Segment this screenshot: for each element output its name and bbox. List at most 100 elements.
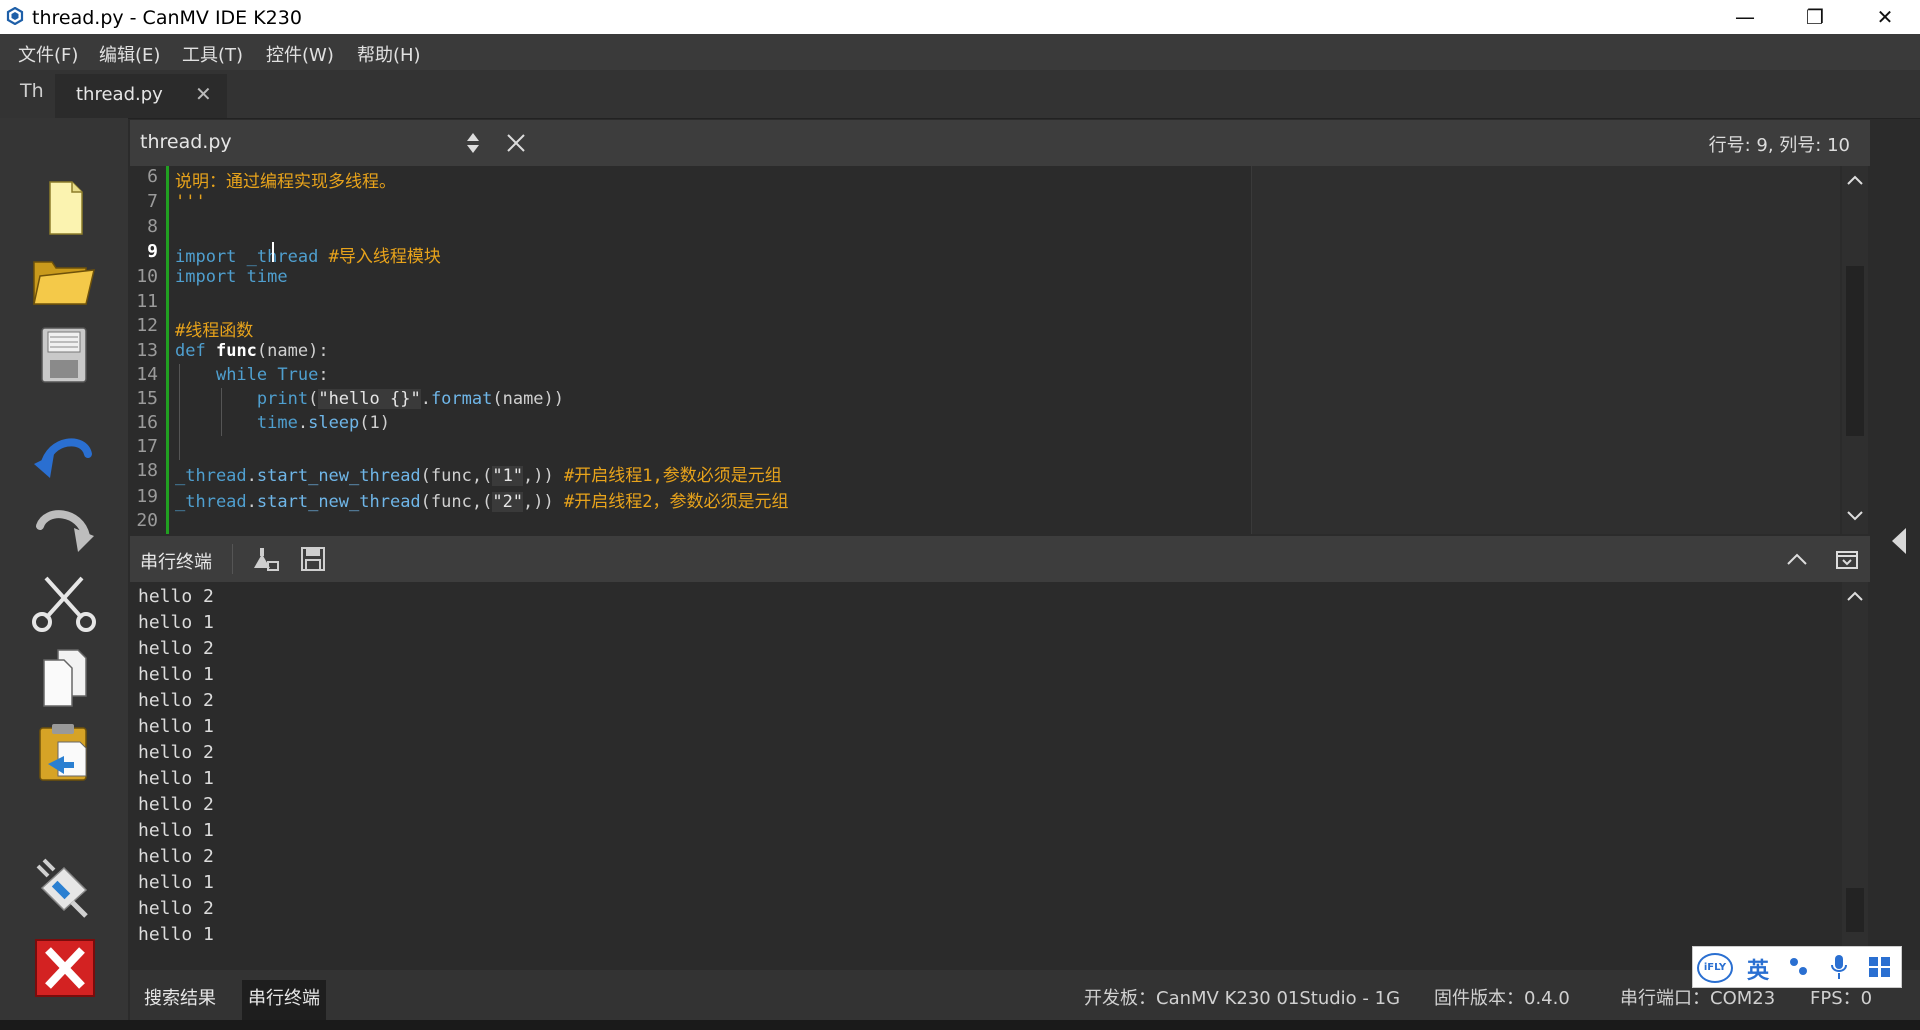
terminal-line: hello 2 (138, 846, 214, 867)
terminal-header: 串行终端 (130, 536, 1870, 582)
code-line: #线程函数 (175, 316, 253, 341)
code-editor[interactable]: 6 7 8 9 10 11 12 13 14 15 16 17 18 19 20… (130, 166, 1868, 534)
code-text: (name)) (492, 389, 565, 409)
code-method: sleep (308, 413, 360, 433)
code-module: _thread (246, 247, 319, 267)
serial-terminal[interactable]: hello 2 hello 1 hello 2 hello 1 hello 2 … (130, 582, 1868, 970)
code-keyword: import (175, 247, 237, 267)
code-keyword: True (277, 365, 319, 385)
code-method: start_new_thread (256, 466, 421, 486)
code-text: (func,( (420, 492, 493, 512)
line-number: 15 (136, 388, 158, 409)
code-function-name: func (215, 341, 257, 361)
code-module: time (256, 413, 298, 433)
ime-microphone-icon[interactable] (1829, 953, 1849, 981)
terminal-line: hello 2 (138, 794, 214, 815)
minimize-button[interactable]: — (1710, 0, 1780, 34)
modified-line-marker (166, 166, 169, 534)
code-line: def func(name): (175, 341, 329, 361)
menu-help[interactable]: 帮助(H) (357, 41, 421, 67)
menu-widgets[interactable]: 控件(W) (266, 41, 334, 67)
scrollbar-thumb[interactable] (1846, 266, 1864, 436)
terminal-line: hello 2 (138, 586, 214, 607)
file-switch-icon[interactable] (466, 132, 480, 154)
cut-icon[interactable] (28, 570, 100, 634)
code-line: ''' (175, 192, 206, 212)
restore-button[interactable]: ❐ (1780, 0, 1850, 34)
stop-icon[interactable] (28, 936, 100, 1000)
code-text: . (246, 466, 257, 486)
terminal-line: hello 1 (138, 612, 214, 633)
terminal-line: hello 2 (138, 742, 214, 763)
tab-search-results[interactable]: 搜索结果 (138, 980, 222, 1020)
code-line: _thread.start_new_thread(func,("1",)) #开… (175, 461, 782, 486)
ime-toolbar: iFLY 英 (1692, 946, 1902, 988)
terminal-line: hello 1 (138, 924, 214, 945)
code-comment: #导入线程模块 (328, 247, 441, 267)
line-number: 17 (136, 436, 158, 457)
save-icon[interactable] (28, 322, 100, 386)
window-title: thread.py - CanMV IDE K230 (32, 7, 302, 29)
menu-bar: 文件(F) 编辑(E) 工具(T) 控件(W) 帮助(H) (0, 34, 1920, 70)
code-module: time (246, 267, 288, 287)
code-text: . (246, 492, 257, 512)
sidebar-toggle-icon[interactable] (1888, 526, 1910, 556)
save-log-icon[interactable] (300, 546, 326, 572)
line-number: 7 (147, 191, 158, 212)
editor-scrollbar[interactable] (1842, 166, 1868, 534)
clear-terminal-icon[interactable] (250, 546, 280, 572)
ime-punctuation-icon[interactable] (1787, 955, 1811, 979)
tab-thread-py[interactable]: thread.py ✕ (55, 74, 227, 118)
code-text: (name): (256, 341, 329, 361)
editor-header: thread.py 行号: 9, 列号: 10 (130, 120, 1870, 166)
scroll-up-icon[interactable] (1846, 590, 1864, 602)
code-comment: 说明：通过编程实现多线程。 (175, 172, 396, 192)
terminal-line: hello 2 (138, 898, 214, 919)
scroll-up-icon[interactable] (1846, 174, 1864, 186)
text-cursor (272, 242, 274, 262)
tab-bar: Th thread.py ✕ (0, 70, 1920, 119)
menu-tools[interactable]: 工具(T) (182, 41, 243, 67)
close-window-button[interactable]: ✕ (1850, 0, 1920, 34)
code-text: ,)) (523, 492, 564, 512)
code-method: format (430, 389, 493, 409)
close-editor-icon[interactable] (506, 133, 526, 153)
panel-toggle-icon[interactable] (1836, 550, 1858, 570)
undo-icon[interactable] (28, 424, 100, 488)
terminal-line: hello 1 (138, 820, 214, 841)
left-toolbar (0, 118, 128, 1030)
connect-icon[interactable] (28, 858, 100, 922)
tab-close-icon[interactable]: ✕ (195, 82, 212, 106)
copy-icon[interactable] (28, 646, 100, 710)
code-line: time.sleep(1) (175, 413, 390, 433)
scroll-down-icon[interactable] (1846, 510, 1864, 522)
firmware-version: 固件版本：0.4.0 (1434, 988, 1570, 1009)
code-text: (1) (359, 413, 390, 433)
redo-icon[interactable] (28, 496, 100, 560)
indent-guide (179, 364, 180, 460)
code-line: 说明：通过编程实现多线程。 (175, 167, 396, 192)
collapse-up-icon[interactable] (1786, 552, 1808, 566)
scrollbar-thumb[interactable] (1846, 888, 1864, 932)
tab-serial-terminal[interactable]: 串行终端 (242, 980, 326, 1020)
menu-file[interactable]: 文件(F) (18, 41, 78, 67)
ime-menu-icon[interactable] (1867, 955, 1893, 979)
code-keyword: import (175, 267, 237, 287)
code-comment: #开启线程2，参数必须是元组 (564, 492, 789, 512)
code-string: "1" (492, 466, 524, 486)
code-text: (func,( (420, 466, 493, 486)
code-text: . (297, 413, 309, 433)
open-folder-icon[interactable] (28, 248, 100, 312)
text-mode-icon[interactable]: Th (20, 80, 44, 102)
terminal-scrollbar[interactable] (1842, 582, 1868, 970)
paste-icon[interactable] (28, 720, 100, 784)
ime-logo[interactable]: iFLY (1697, 953, 1733, 983)
ime-language-toggle[interactable]: 英 (1747, 953, 1769, 985)
line-number: 18 (136, 460, 158, 481)
status-bar: 搜索结果 串行终端 开发板：CanMV K230 01Studio - 1G 固… (130, 970, 1920, 1020)
code-line: import _thread #导入线程模块 (175, 242, 441, 267)
menu-edit[interactable]: 编辑(E) (99, 41, 160, 67)
code-comment: #开启线程1,参数必须是元组 (564, 466, 782, 486)
new-file-icon[interactable] (28, 176, 100, 240)
line-number: 14 (136, 364, 158, 385)
